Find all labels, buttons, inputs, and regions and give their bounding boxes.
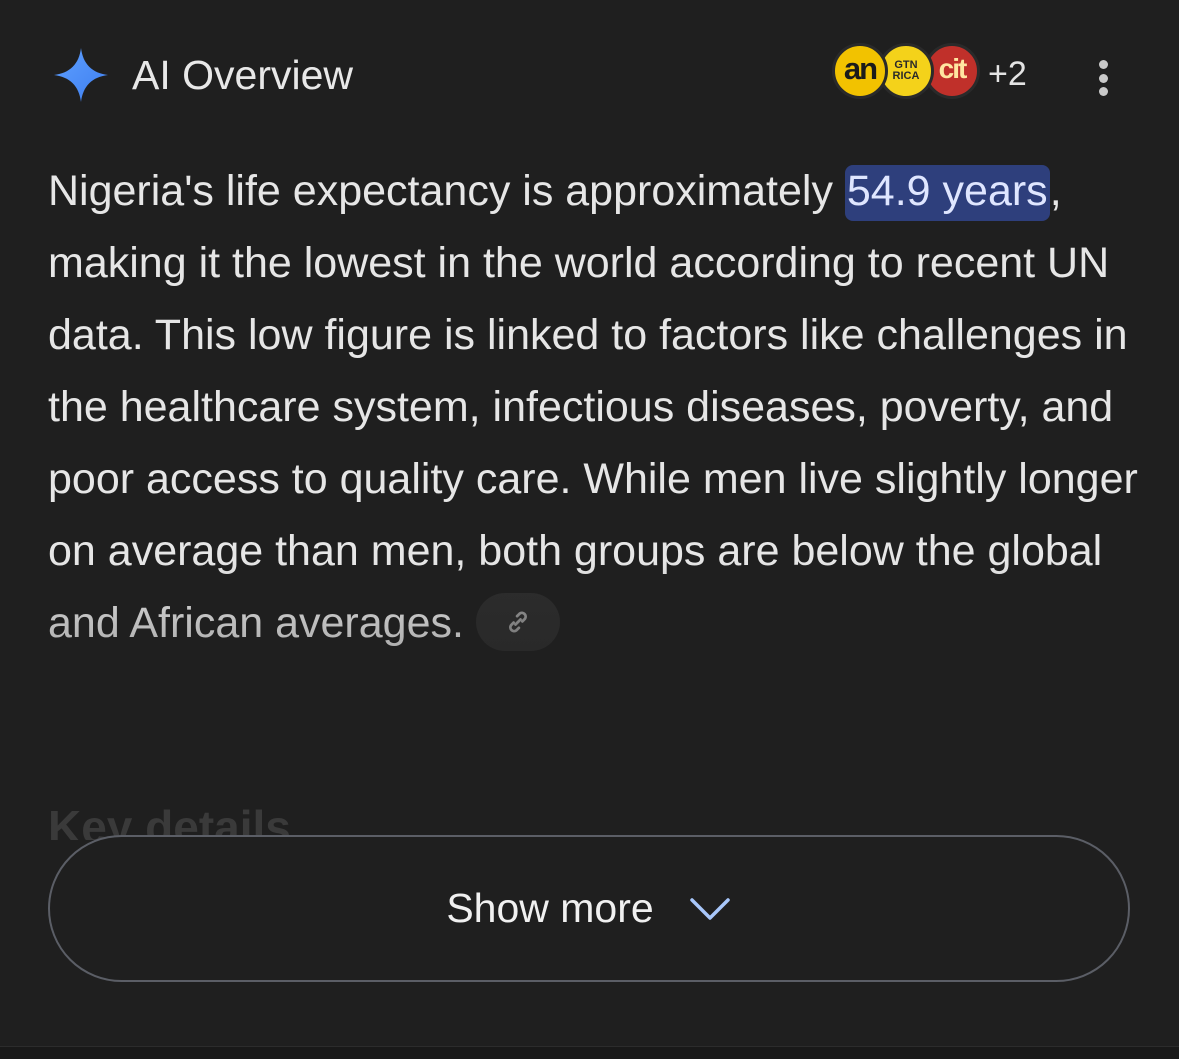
source-label: an — [843, 51, 878, 86]
source-avatar[interactable]: an — [832, 43, 888, 99]
gemini-spark-icon — [54, 48, 108, 102]
overview-intro: Nigeria's life expectancy is approximate… — [48, 167, 845, 215]
ai-overview-title: AI Overview — [132, 52, 353, 98]
faded-section-heading: Key details — [48, 801, 291, 840]
bottom-divider — [0, 1046, 1179, 1059]
link-icon — [508, 611, 527, 633]
ai-overview-header: AI Overview an GTN RICA cit +2 — [48, 40, 1138, 120]
more-sources-count[interactable]: +2 — [988, 52, 1027, 96]
source-label: cit — [938, 53, 968, 84]
source-label: GTN RICA — [892, 59, 920, 82]
chevron-down-icon — [689, 897, 730, 920]
source-avatars[interactable]: an GTN RICA cit +2 — [832, 40, 1092, 110]
overview-text: Nigeria's life expectancy is approximate… — [48, 155, 1138, 659]
more-vert-icon[interactable] — [1086, 56, 1120, 100]
source-link-button[interactable] — [475, 592, 560, 651]
show-more-button[interactable]: Show more — [48, 835, 1130, 982]
overview-rest: , making it the lowest in the world acco… — [48, 167, 1138, 647]
show-more-label: Show more — [446, 885, 654, 931]
highlighted-value[interactable]: 54.9 years — [844, 165, 1050, 221]
